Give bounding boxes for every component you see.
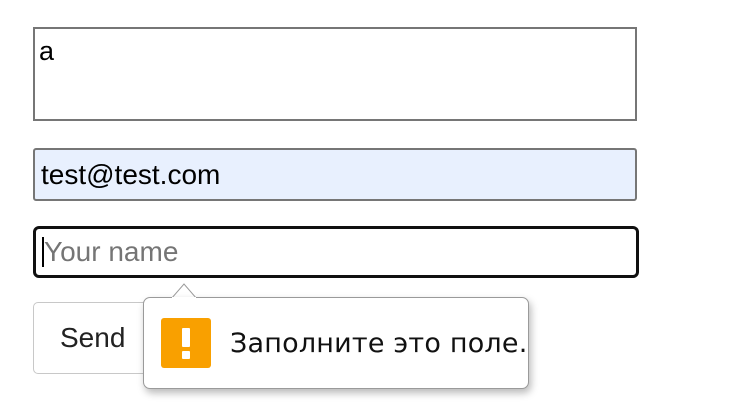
message-textarea[interactable]: a [33, 27, 637, 121]
send-button-label: Send [60, 322, 126, 353]
name-placeholder: Your name [44, 236, 179, 267]
contact-form-page: a test@test.com Your name Send Заполните… [0, 0, 744, 413]
tooltip-arrow-joint [172, 297, 196, 299]
email-field[interactable]: test@test.com [33, 148, 637, 201]
validation-tooltip: Заполните это поле. [143, 297, 529, 389]
name-field[interactable]: Your name [33, 226, 639, 278]
email-value: test@test.com [41, 158, 221, 190]
validation-message: Заполните это поле. [230, 327, 528, 359]
warning-icon [161, 318, 211, 368]
text-caret [42, 237, 44, 267]
